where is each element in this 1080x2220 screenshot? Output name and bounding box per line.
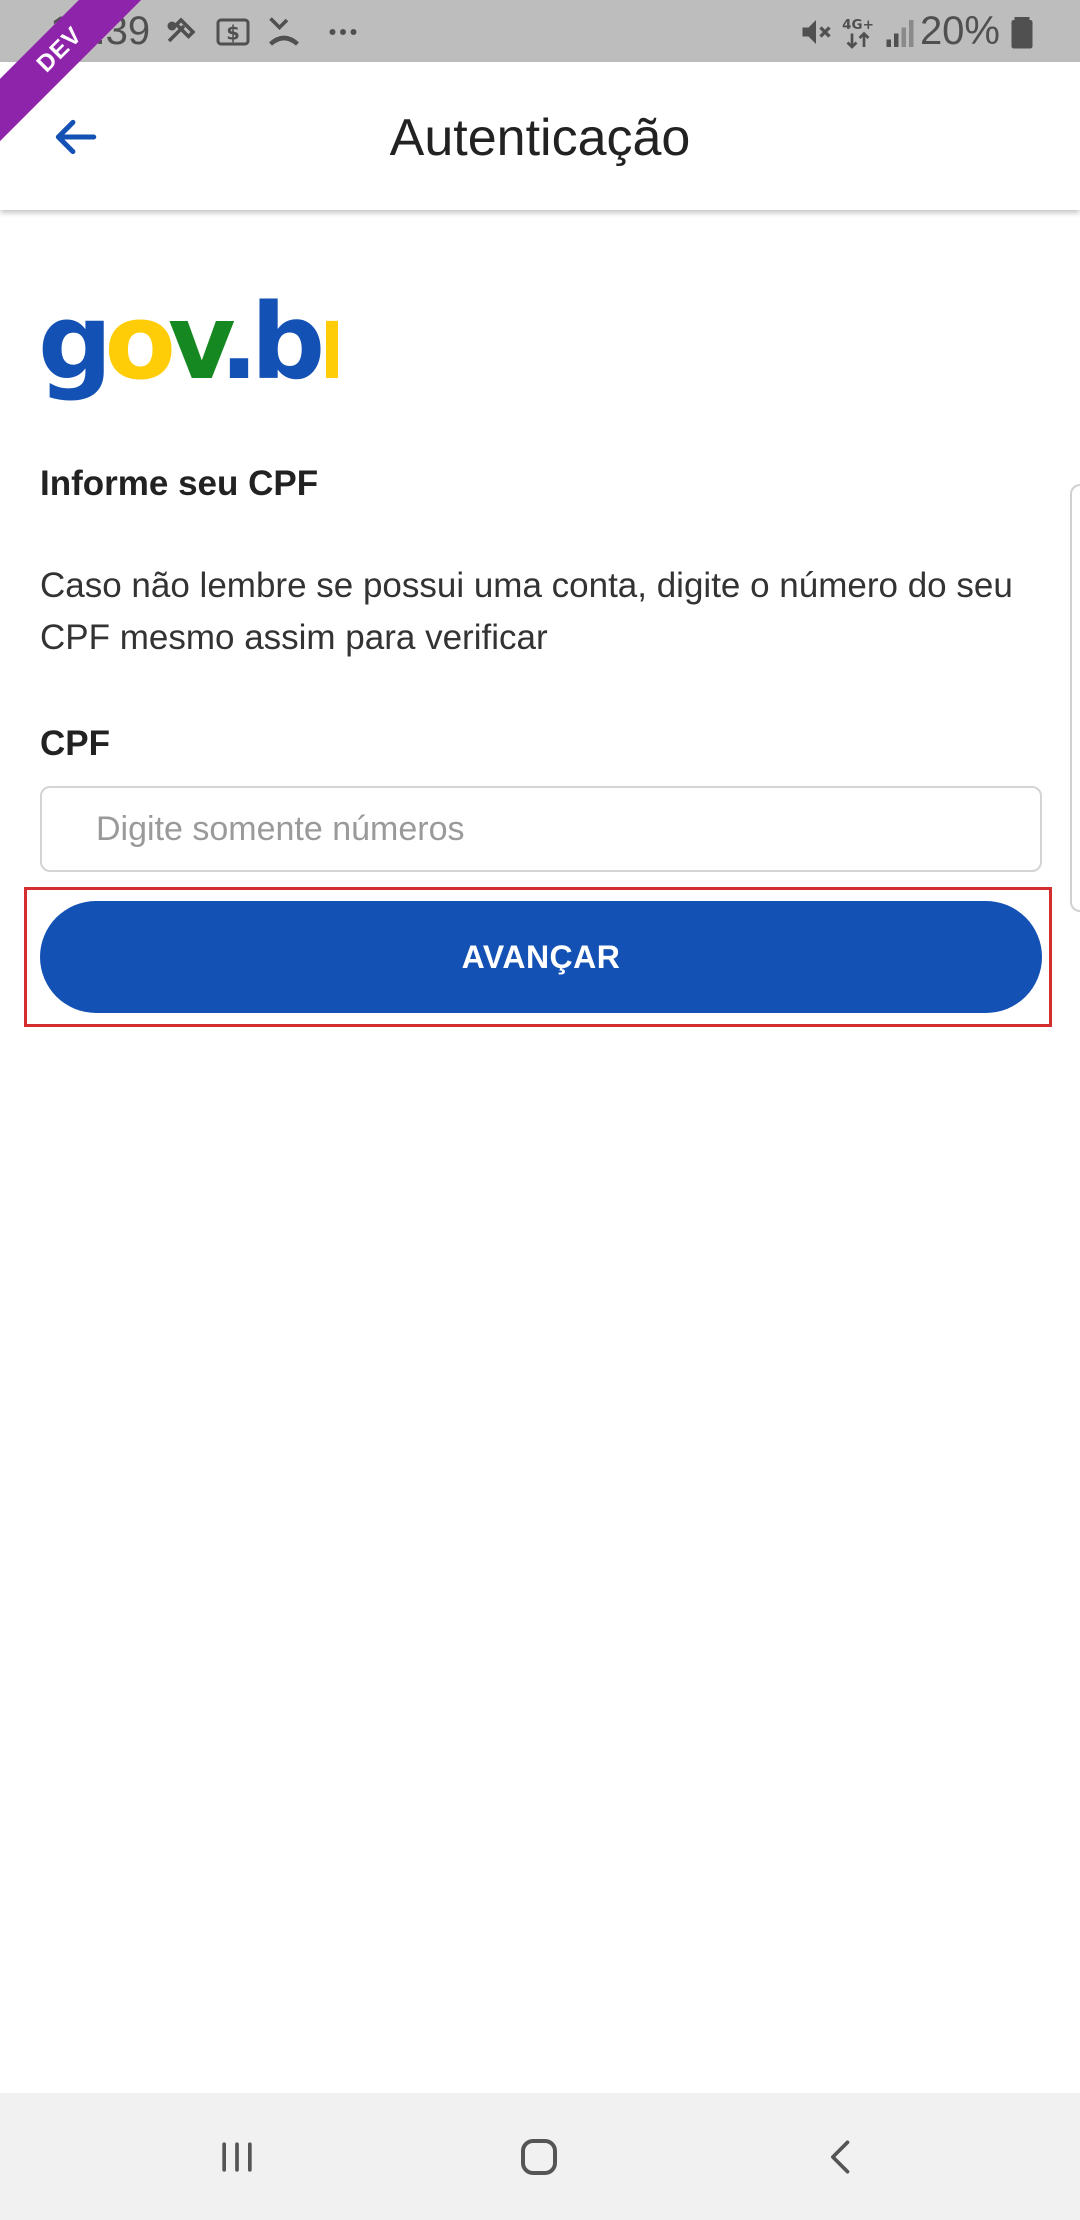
form-description: Caso não lembre se possui uma conta, dig… <box>40 566 1013 657</box>
edge-panel-handle[interactable] <box>1070 484 1080 912</box>
status-bar: 14:39 $ 4G+ 20% <box>0 0 1080 62</box>
form-heading: Informe seu CPF <box>40 464 319 503</box>
advance-button[interactable]: AVANÇAR <box>40 901 1042 1013</box>
home-icon <box>521 2139 557 2175</box>
more-dots-icon <box>329 29 357 35</box>
mute-icon <box>802 20 831 44</box>
recent-apps-icon <box>222 2142 252 2172</box>
cpf-label: CPF <box>40 724 110 763</box>
dollar-icon: $ <box>216 18 250 46</box>
battery-percent: 20% <box>919 9 1000 53</box>
recent-apps-button[interactable] <box>201 2121 273 2193</box>
home-button[interactable] <box>503 2121 575 2193</box>
battery-icon <box>1011 17 1033 49</box>
svg-text:4G+: 4G+ <box>842 17 874 33</box>
back-icon <box>831 2140 850 2174</box>
svg-text:$: $ <box>226 22 240 45</box>
app-bar: Autenticação <box>0 62 1080 210</box>
tools-icon <box>167 17 196 43</box>
govbr-logo: gov.br <box>38 290 338 403</box>
network-4g-icon: 4G+ <box>842 17 874 49</box>
system-back-button[interactable] <box>806 2121 878 2193</box>
page-title: Autenticação <box>389 109 691 167</box>
signal-icon <box>886 20 914 47</box>
cpf-input[interactable] <box>40 786 1042 872</box>
navigation-bar <box>0 2093 1080 2220</box>
missed-call-icon <box>269 17 299 46</box>
svg-text:gov.br: gov.br <box>38 290 338 403</box>
